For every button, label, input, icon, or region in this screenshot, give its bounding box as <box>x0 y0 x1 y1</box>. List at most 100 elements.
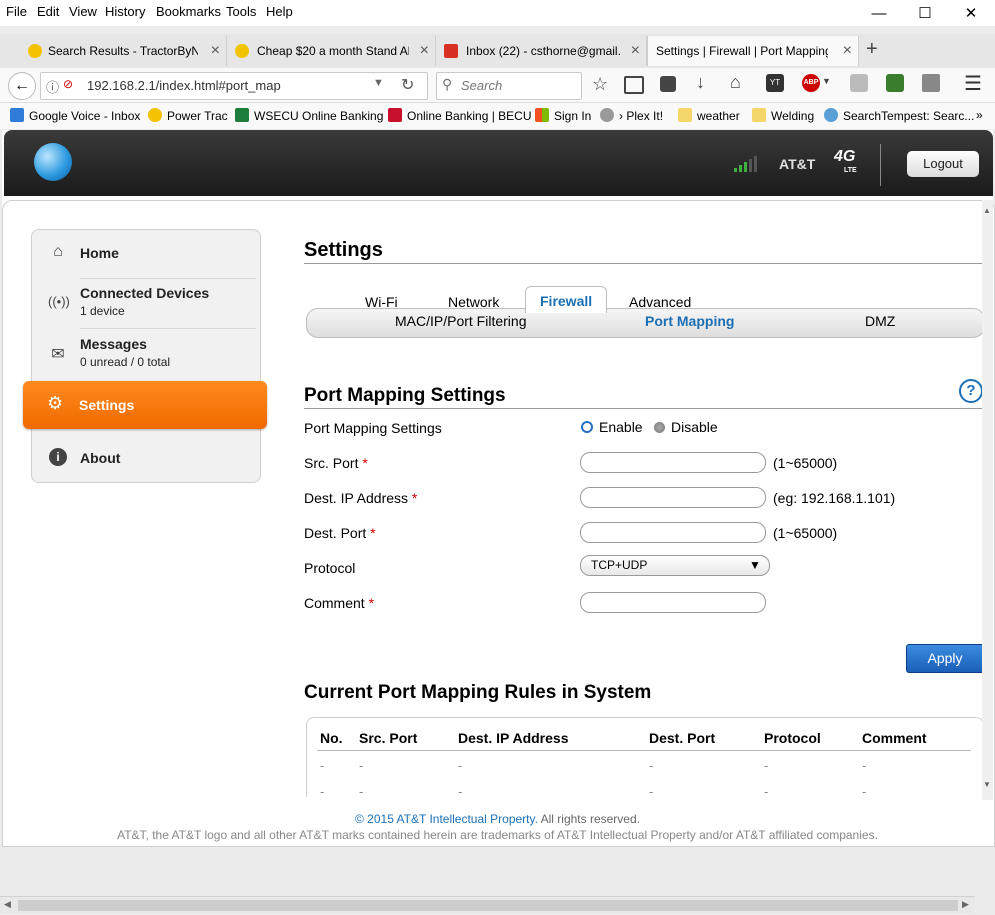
menu-edit[interactable]: Edit <box>37 4 59 19</box>
menu-history[interactable]: History <box>105 4 145 19</box>
column-header: Comment <box>862 730 927 746</box>
bookmark-plex[interactable]: › Plex It! <box>600 108 663 123</box>
subtab-port-mapping[interactable]: Port Mapping <box>645 313 734 329</box>
comment-input[interactable] <box>580 592 766 613</box>
tab-settings-port-mapping[interactable]: Settings | Firewall | Port Mapping × <box>647 36 859 66</box>
hamburger-menu-icon[interactable]: ☰ <box>964 71 982 96</box>
menu-file[interactable]: File <box>6 4 27 19</box>
rules-title: Current Port Mapping Rules in System <box>304 682 652 703</box>
comment-label-text: Comment <box>304 595 365 611</box>
protocol-select[interactable]: TCP+UDP ▼ <box>580 555 770 576</box>
adblock-dropdown-icon[interactable]: ▼ <box>822 76 831 86</box>
sidebar-item-about[interactable]: i About <box>32 434 260 484</box>
bookmark-searchtempest[interactable]: SearchTempest: Searc... <box>824 108 974 123</box>
bookmark-becu[interactable]: Online Banking | BECU <box>388 108 532 123</box>
menu-bookmarks[interactable]: Bookmarks <box>156 4 221 19</box>
bookmark-label: WSECU Online Banking <box>254 109 384 123</box>
url-dropdown-icon[interactable]: ▼ <box>373 77 384 89</box>
reading-list-icon[interactable] <box>624 76 644 94</box>
search-box[interactable]: ⚲ Search <box>436 72 582 100</box>
close-tab-icon[interactable]: × <box>211 36 220 66</box>
vertical-scrollbar[interactable]: ▲ ▼ <box>982 200 993 800</box>
bookmarks-overflow-icon[interactable]: » <box>976 108 983 122</box>
enable-label: Enable <box>599 419 643 435</box>
tab-label: Firewall <box>540 293 593 309</box>
tab-wifi[interactable]: Wi-Fi <box>365 294 398 310</box>
tab-bar: Search Results - TractorByNet × Cheap $2… <box>0 34 995 68</box>
sidebar-item-settings[interactable]: ⚙ Settings <box>23 381 267 429</box>
screenshot-extension-icon[interactable] <box>922 74 940 92</box>
disable-radio[interactable]: Disable <box>654 419 718 435</box>
search-icon: ⚲ <box>442 76 453 92</box>
sidebar-item-home[interactable]: ⌂ Home <box>32 230 260 280</box>
horizontal-scrollbar[interactable]: ◀ ▶ <box>0 896 975 914</box>
src-port-input[interactable] <box>580 452 766 473</box>
tab-tractorbynet[interactable]: Search Results - TractorByNet × <box>20 36 227 66</box>
scroll-up-icon[interactable]: ▲ <box>983 206 991 215</box>
bookmark-star-icon[interactable]: ☆ <box>592 74 608 95</box>
bookmark-label: SearchTempest: Searc... <box>843 109 975 123</box>
table-cell: - <box>320 758 325 773</box>
shield-extension-icon[interactable] <box>886 74 904 92</box>
scroll-right-icon[interactable]: ▶ <box>962 899 969 910</box>
web-page: AT&T 4G LTE Logout ⌂ Home ((•)) Connecte… <box>2 130 995 847</box>
apply-button[interactable]: Apply <box>906 644 984 673</box>
becu-icon <box>388 108 402 122</box>
bookmark-label: Google Voice - Inbox <box>29 109 141 123</box>
logout-button[interactable]: Logout <box>907 151 979 177</box>
network-sub: LTE <box>844 167 857 174</box>
tab-network[interactable]: Network <box>448 294 499 310</box>
download-icon[interactable]: ↓ <box>696 72 705 93</box>
copyright-link[interactable]: © 2015 AT&T Intellectual Property. <box>355 812 538 826</box>
sidebar-item-connected-devices[interactable]: ((•)) Connected Devices 1 device <box>32 280 260 330</box>
minimize-icon[interactable]: — <box>864 4 894 24</box>
close-tab-icon[interactable]: × <box>631 36 640 66</box>
subtab-mac-ip-port-filtering[interactable]: MAC/IP/Port Filtering <box>395 313 526 329</box>
pocket-icon[interactable] <box>660 76 676 92</box>
sidebar: ⌂ Home ((•)) Connected Devices 1 device … <box>31 229 261 483</box>
tab-gmail[interactable]: Inbox (22) - csthorne@gmail.co × <box>436 36 647 66</box>
maximize-icon[interactable]: ☐ <box>910 4 940 24</box>
enable-radio[interactable]: Enable <box>581 419 643 435</box>
tab-cheap-plan[interactable]: Cheap $20 a month Stand Alon × <box>227 36 436 66</box>
page-title: Settings <box>304 239 383 261</box>
dest-port-input[interactable] <box>580 522 766 543</box>
bookmark-wsecu[interactable]: WSECU Online Banking <box>235 108 383 123</box>
url-text[interactable]: 192.168.2.1/index.html#port_map <box>87 78 281 93</box>
sidebar-item-sub: 0 unread / 0 total <box>80 355 171 369</box>
back-icon[interactable]: ← <box>8 72 36 100</box>
menu-view[interactable]: View <box>69 4 97 19</box>
tab-firewall[interactable]: Firewall <box>525 286 607 313</box>
bookmark-welding[interactable]: Welding <box>752 108 814 123</box>
search-placeholder[interactable]: Search <box>461 78 502 93</box>
subtab-dmz[interactable]: DMZ <box>865 313 895 329</box>
tab-advanced[interactable]: Advanced <box>629 294 691 310</box>
scroll-down-icon[interactable]: ▼ <box>983 780 991 789</box>
url-bar[interactable]: ⓘ ⊘ 192.168.2.1/index.html#port_map ▼ ↻ <box>40 72 428 100</box>
radio-unselected-icon <box>654 422 665 433</box>
close-tab-icon[interactable]: × <box>843 36 852 66</box>
sidebar-item-sub: 1 device <box>80 304 125 318</box>
menu-tools[interactable]: Tools <box>226 4 256 19</box>
youtube-icon[interactable]: YT <box>766 74 784 92</box>
bookmark-google-voice[interactable]: Google Voice - Inbox <box>10 108 140 123</box>
scroll-thumb[interactable] <box>18 900 958 911</box>
close-tab-icon[interactable]: × <box>420 36 429 66</box>
dest-ip-input[interactable] <box>580 487 766 508</box>
adblock-icon[interactable]: ABP <box>802 74 820 92</box>
bookmark-weather[interactable]: weather <box>678 108 740 123</box>
tab-label: Cheap $20 a month Stand Alon <box>257 44 409 58</box>
extension-icon[interactable] <box>850 74 868 92</box>
help-icon[interactable]: ? <box>959 379 983 403</box>
column-header: Src. Port <box>359 730 418 746</box>
home-icon[interactable]: ⌂ <box>730 72 741 93</box>
bookmark-power-trac[interactable]: Power Trac <box>148 108 228 123</box>
sidebar-item-messages[interactable]: ✉ Messages 0 unread / 0 total <box>32 330 260 380</box>
scroll-left-icon[interactable]: ◀ <box>4 899 11 910</box>
new-tab-icon[interactable]: + <box>866 38 878 61</box>
close-window-icon[interactable]: ✕ <box>956 4 986 24</box>
info-icon[interactable]: ⓘ <box>46 77 59 96</box>
reload-icon[interactable]: ↻ <box>401 75 414 95</box>
menu-help[interactable]: Help <box>266 4 293 19</box>
bookmark-sign-in[interactable]: Sign In <box>535 108 591 123</box>
